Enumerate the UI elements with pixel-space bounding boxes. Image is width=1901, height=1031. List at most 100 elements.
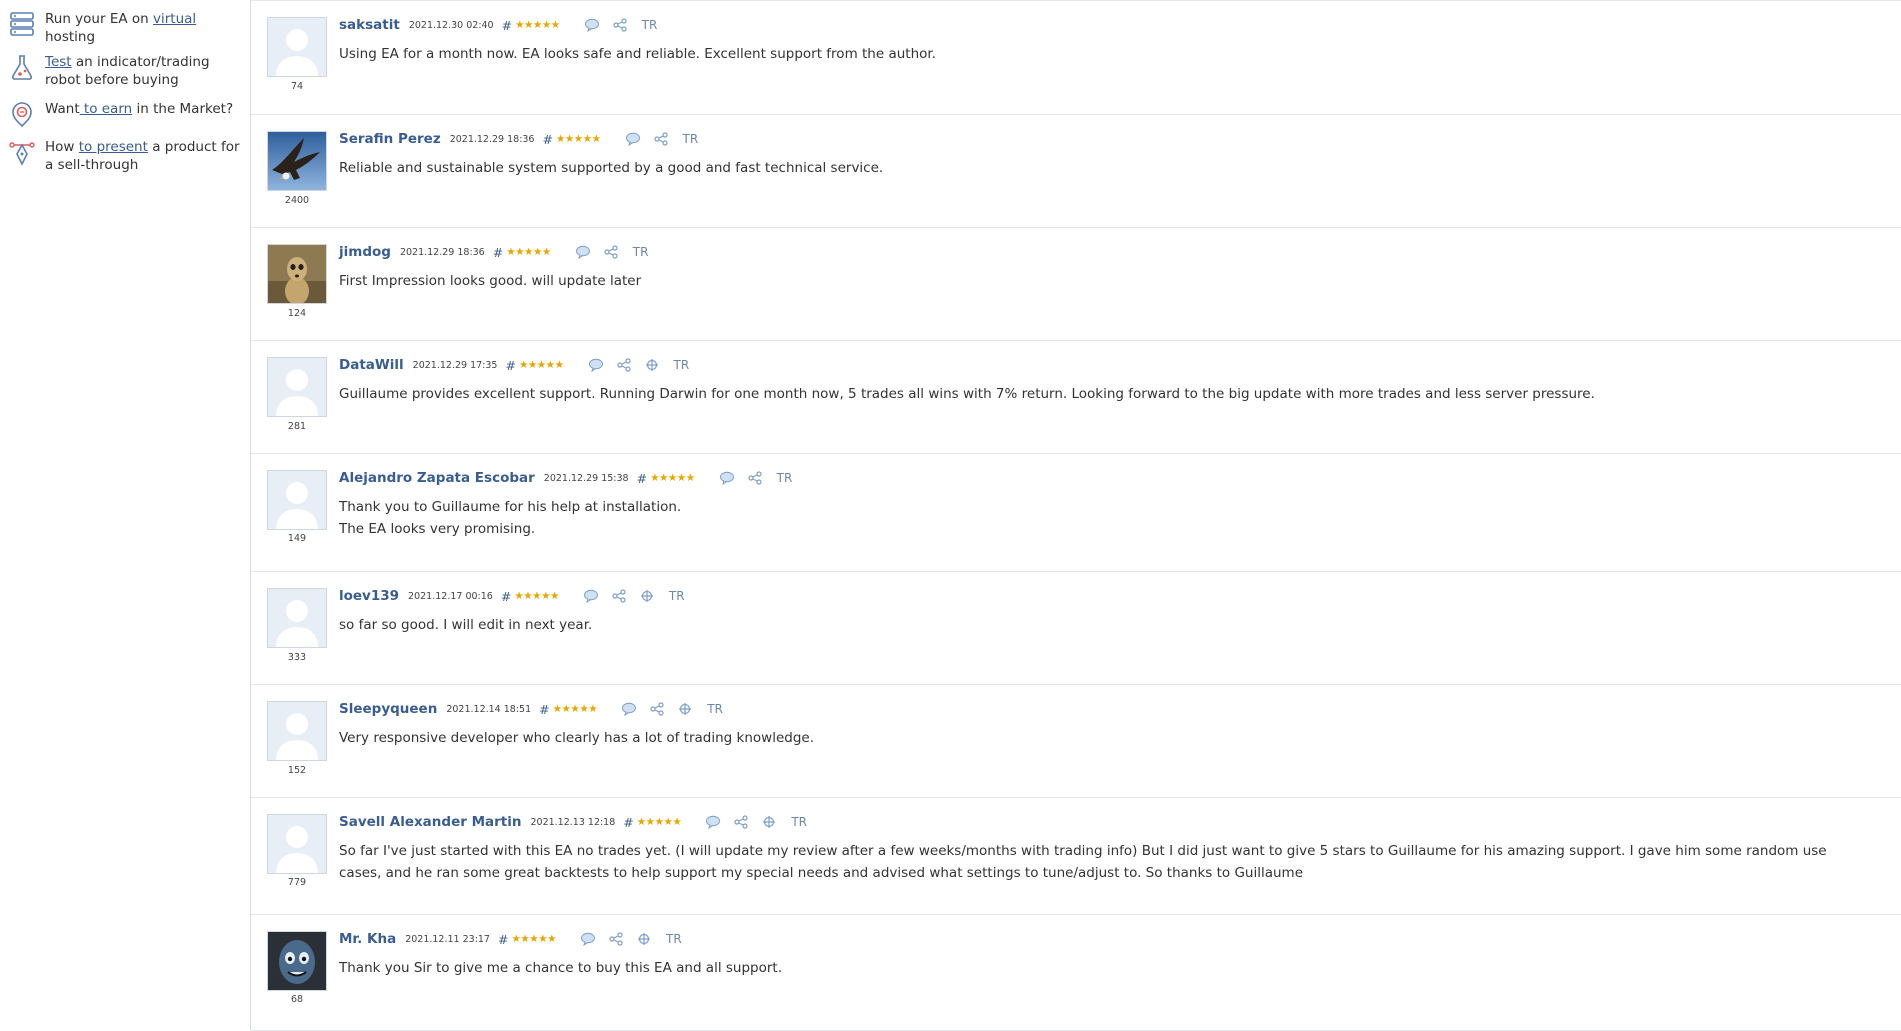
- author-name[interactable]: Alejandro Zapata Escobar: [339, 470, 535, 486]
- promo-link[interactable]: Test: [45, 54, 72, 70]
- permalink-hash[interactable]: #: [502, 18, 512, 33]
- add-icon[interactable]: [644, 358, 660, 372]
- avatar[interactable]: [267, 131, 327, 191]
- translate-button[interactable]: TR: [642, 18, 658, 32]
- review-date: 2021.12.29 18:36: [399, 246, 485, 258]
- permalink-hash[interactable]: #: [623, 815, 633, 830]
- share-icon[interactable]: [747, 471, 763, 485]
- review-text: First Impression looks good. will update…: [339, 273, 642, 289]
- promo-text-before: Want: [45, 101, 80, 117]
- share-icon[interactable]: [733, 815, 749, 829]
- review-date: 2021.12.13 12:18: [530, 816, 616, 828]
- comment-icon[interactable]: [719, 471, 735, 485]
- permalink-hash[interactable]: #: [493, 245, 503, 260]
- review-text: Reliable and sustainable system supporte…: [339, 160, 884, 176]
- rating-count: 281: [287, 421, 307, 432]
- author-name[interactable]: jimdog: [339, 244, 391, 260]
- permalink-hash[interactable]: #: [542, 132, 552, 147]
- share-icon[interactable]: [612, 18, 628, 32]
- promo-text-before: How: [45, 139, 79, 155]
- review-text: Very responsive developer who clearly ha…: [339, 730, 814, 746]
- review-header: Savell Alexander Martin 2021.12.13 12:18 #…: [339, 814, 807, 830]
- reviews-list: 74 saksatit 2021.12.30 02:40 # ★★★★★ TR Using …: [250, 0, 1901, 1031]
- share-icon[interactable]: [649, 702, 665, 716]
- review-header: saksatit 2021.12.30 02:40 # ★★★★★ TR: [339, 17, 657, 33]
- avatar[interactable]: [267, 470, 327, 530]
- review-text: So far I've just started with this EA no…: [339, 843, 1827, 881]
- review-header: jimdog 2021.12.29 18:36 # ★★★★★ TR: [339, 244, 648, 260]
- share-icon[interactable]: [608, 932, 624, 946]
- share-icon[interactable]: [653, 132, 669, 146]
- review-item: 152 Sleepyqueen 2021.12.14 18:51 # ★★★★★ TR Ve…: [251, 684, 1901, 798]
- review-item: 333 loev139 2021.12.17 00:16 # ★★★★★ TR so far…: [251, 571, 1901, 685]
- add-icon[interactable]: [639, 589, 655, 603]
- avatar[interactable]: [267, 588, 327, 648]
- comment-icon[interactable]: [584, 18, 600, 32]
- review-date: 2021.12.29 15:38: [543, 472, 629, 484]
- promo-link[interactable]: virtual: [153, 11, 196, 27]
- add-icon[interactable]: [677, 702, 693, 716]
- server-icon: [8, 10, 36, 38]
- share-icon[interactable]: [616, 358, 632, 372]
- review-item: 281 DataWill 2021.12.29 17:35 # ★★★★★ TR Guill…: [251, 340, 1901, 454]
- rating-count: 68: [290, 994, 304, 1005]
- review-date: 2021.12.29 18:36: [449, 133, 535, 145]
- star-rating: ★★★★★: [552, 703, 598, 715]
- share-icon[interactable]: [603, 245, 619, 259]
- permalink-hash[interactable]: #: [539, 702, 549, 717]
- author-name[interactable]: saksatit: [339, 17, 400, 33]
- author-name[interactable]: Mr. Kha: [339, 931, 396, 947]
- star-rating: ★★★★★: [636, 816, 682, 828]
- translate-button[interactable]: TR: [683, 132, 699, 146]
- author-name[interactable]: loev139: [339, 588, 399, 604]
- comment-icon[interactable]: [580, 932, 596, 946]
- add-icon[interactable]: [636, 932, 652, 946]
- promo-item: Run your EA on virtual hosting: [8, 10, 241, 46]
- translate-button[interactable]: TR: [791, 815, 807, 829]
- avatar[interactable]: [267, 931, 327, 991]
- translate-button[interactable]: TR: [669, 589, 685, 603]
- review-date: 2021.12.29 17:35: [412, 359, 498, 371]
- promo-link[interactable]: to present: [79, 139, 148, 155]
- review-item: 149 Alejandro Zapata Escobar 2021.12.29 15…: [251, 453, 1901, 572]
- author-name[interactable]: DataWill: [339, 357, 404, 373]
- comment-icon[interactable]: [625, 132, 641, 146]
- avatar[interactable]: [267, 17, 327, 77]
- share-icon[interactable]: [611, 589, 627, 603]
- avatar[interactable]: [267, 357, 327, 417]
- permalink-hash[interactable]: #: [498, 932, 508, 947]
- author-name[interactable]: Savell Alexander Martin: [339, 814, 521, 830]
- permalink-hash[interactable]: #: [501, 589, 511, 604]
- permalink-hash[interactable]: #: [505, 358, 515, 373]
- star-rating: ★★★★★: [506, 246, 551, 258]
- review-text: Thank you to Guillaume for his help at i…: [339, 499, 682, 537]
- review-text: Using EA for a month now. EA looks safe …: [339, 46, 936, 62]
- star-rating: ★★★★★: [518, 359, 564, 371]
- translate-button[interactable]: TR: [633, 245, 649, 259]
- translate-button[interactable]: TR: [777, 471, 793, 485]
- promo-link[interactable]: to earn: [80, 101, 132, 117]
- avatar[interactable]: [267, 701, 327, 761]
- add-icon[interactable]: [761, 815, 777, 829]
- promo-text: How to present a product for a sell-thro…: [45, 138, 241, 174]
- avatar[interactable]: [267, 814, 327, 874]
- star-rating: ★★★★★: [650, 472, 695, 484]
- comment-icon[interactable]: [588, 358, 604, 372]
- author-name[interactable]: Sleepyqueen: [339, 701, 437, 717]
- comment-icon[interactable]: [583, 589, 599, 603]
- review-header: Sleepyqueen 2021.12.14 18:51 # ★★★★★ TR: [339, 701, 723, 717]
- translate-button[interactable]: TR: [666, 932, 682, 946]
- author-name[interactable]: Serafin Perez: [339, 131, 441, 147]
- review-text: Guillaume provides excellent support. Ru…: [339, 386, 1595, 402]
- rating-count: 779: [287, 877, 307, 888]
- comment-icon[interactable]: [575, 245, 591, 259]
- permalink-hash[interactable]: #: [637, 471, 647, 486]
- avatar[interactable]: [267, 244, 327, 304]
- translate-button[interactable]: TR: [674, 358, 690, 372]
- review-item: 779 Savell Alexander Martin 2021.12.13 12:…: [251, 797, 1901, 915]
- promo-text: Run your EA on virtual hosting: [45, 10, 241, 46]
- rating-count: 152: [287, 765, 307, 776]
- comment-icon[interactable]: [705, 815, 721, 829]
- translate-button[interactable]: TR: [707, 702, 723, 716]
- comment-icon[interactable]: [621, 702, 637, 716]
